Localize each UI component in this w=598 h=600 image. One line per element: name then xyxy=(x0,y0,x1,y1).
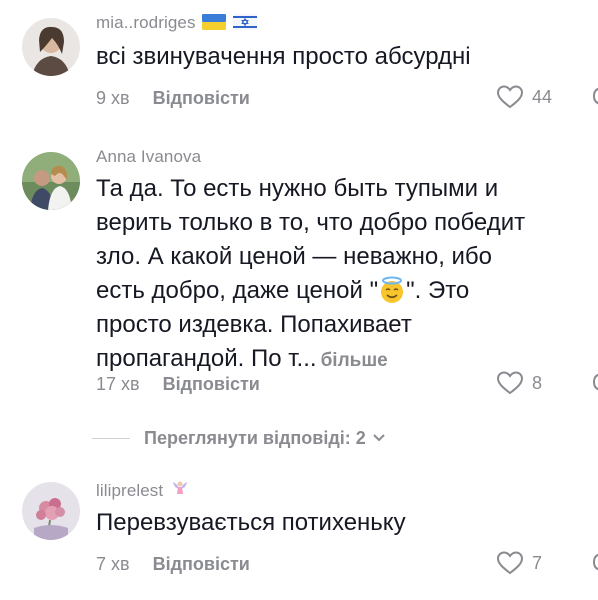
comment-time: 17 хв xyxy=(96,374,140,394)
username-text: liliprelest xyxy=(96,481,164,500)
smiling-face-with-halo-emoji xyxy=(381,276,404,303)
username[interactable]: mia..rodriges xyxy=(96,13,258,33)
dislike-icon[interactable] xyxy=(592,372,598,392)
text-line: ". Это xyxy=(406,277,470,304)
text-line: верить только в то, что добро победит xyxy=(96,209,526,236)
reply-button[interactable]: Відповісти xyxy=(153,88,250,108)
comment-meta: 9 хв Відповісти xyxy=(96,88,250,109)
heart-icon xyxy=(496,85,524,109)
comment-item: Anna Ivanova Та да. То есть нужно быть т… xyxy=(0,138,598,418)
comment-text: всі звинувачення просто абсурдні xyxy=(96,43,471,70)
divider-line xyxy=(92,437,130,439)
like-count: 44 xyxy=(532,86,553,107)
fairy-emoji xyxy=(173,481,188,494)
text-line: просто издевка. Попахивает xyxy=(96,311,412,338)
username[interactable]: liliprelest xyxy=(96,478,190,501)
dislike-icon[interactable] xyxy=(592,552,598,572)
more-link[interactable]: більше xyxy=(321,350,388,371)
text-line: зло. А какой ценой — неважно, ибо xyxy=(96,243,493,270)
like-button[interactable]: 7 xyxy=(496,550,542,576)
text-line: пропагандой. По т... xyxy=(96,345,317,372)
comment-text: Перевзувається потихеньку xyxy=(96,509,406,536)
comment-item: mia..rodriges всі звинувачення просто аб… xyxy=(0,0,598,130)
username-text: mia..rodriges xyxy=(96,13,196,32)
ukraine-flag-icon xyxy=(202,14,227,30)
avatar[interactable] xyxy=(22,18,80,76)
comment-time: 9 хв xyxy=(96,88,130,108)
dislike-icon[interactable] xyxy=(592,86,598,106)
like-count: 8 xyxy=(532,372,543,393)
username[interactable]: Anna Ivanova xyxy=(96,147,201,167)
comment-text: Та да. То есть нужно быть тупыми и верит… xyxy=(96,172,596,378)
comment-time: 7 хв xyxy=(96,554,130,574)
text-line: Та да. То есть нужно быть тупыми и xyxy=(96,175,499,202)
like-button[interactable]: 8 xyxy=(496,370,542,396)
comment-item: liliprelest Перевзувається потихеньку 7 … xyxy=(0,468,598,600)
israel-flag-icon xyxy=(233,14,258,30)
heart-icon xyxy=(496,551,524,575)
like-count: 7 xyxy=(532,552,543,573)
comment-meta: 17 хв Відповісти xyxy=(96,374,260,395)
view-replies-label: Переглянути відповіді: 2 xyxy=(144,427,366,448)
like-button[interactable]: 44 xyxy=(496,84,552,110)
view-replies-button[interactable]: Переглянути відповіді: 2 xyxy=(92,424,512,452)
avatar[interactable] xyxy=(22,482,80,540)
reply-button[interactable]: Відповісти xyxy=(163,374,260,394)
reply-button[interactable]: Відповісти xyxy=(153,554,250,574)
comment-meta: 7 хв Відповісти xyxy=(96,554,250,575)
text-line: есть добро, даже ценой " xyxy=(96,277,379,304)
avatar[interactable] xyxy=(22,152,80,210)
heart-icon xyxy=(496,371,524,395)
chevron-down-icon xyxy=(373,434,385,442)
username-text: Anna Ivanova xyxy=(96,147,202,166)
